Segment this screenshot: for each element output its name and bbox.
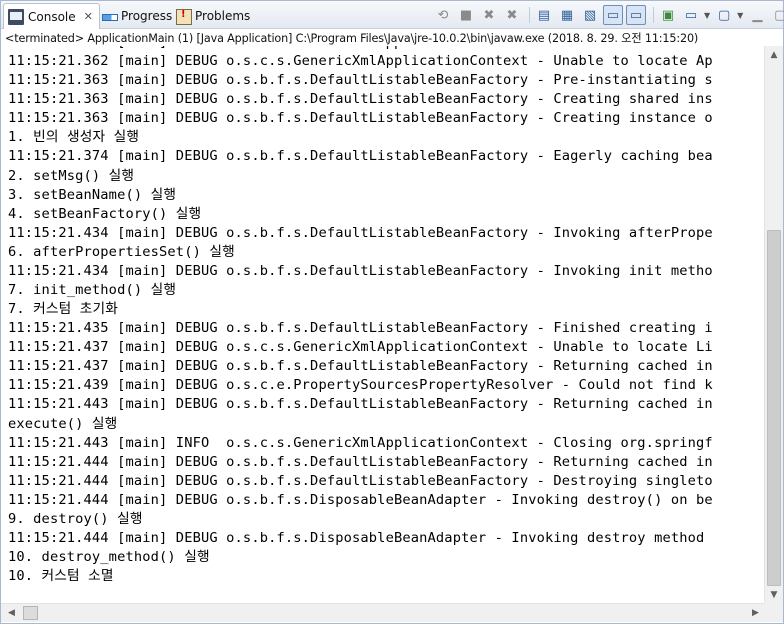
console-line: 1. 빈의 생성자 실행 xyxy=(8,129,140,146)
scrollbar-corner xyxy=(764,603,783,622)
remove-all-terminated-icon[interactable]: ✖ xyxy=(502,5,522,25)
scroll-down-icon[interactable]: ▼ xyxy=(765,586,783,603)
terminate-icon[interactable]: ■ xyxy=(456,5,476,25)
console-line: 11:15:21.444 [main] DEBUG o.s.b.f.s.Disp… xyxy=(8,491,713,508)
scroll-lock-icon[interactable]: ▦ xyxy=(557,5,577,25)
close-icon[interactable]: ✕ xyxy=(84,10,93,23)
toolbar-separator xyxy=(653,7,654,23)
console-line: 11:15:21.363 [main] DEBUG o.s.b.f.s.Defa… xyxy=(8,72,713,89)
tab-progress[interactable]: Progress xyxy=(97,3,178,28)
minimize-icon[interactable]: ▁ xyxy=(747,5,767,25)
horizontal-scrollbar[interactable]: ◀ ▶ xyxy=(1,603,764,622)
clear-console-icon[interactable]: ▤ xyxy=(534,5,554,25)
maximize-icon[interactable]: ▢ xyxy=(770,5,784,25)
tab-problems[interactable]: Problems xyxy=(171,3,256,28)
new-console-view-icon[interactable]: ▢ xyxy=(714,5,734,25)
tab-progress-label: Progress xyxy=(121,8,173,23)
console-line: 11:15:21.444 [main] DEBUG o.s.b.f.s.Disp… xyxy=(8,530,705,547)
console-line: 11:15:21.443 [main] INFO o.s.c.s.Generic… xyxy=(8,434,713,451)
process-description: <terminated> ApplicationMain (1) [Java A… xyxy=(5,32,699,45)
tab-problems-label: Problems xyxy=(195,8,251,23)
console-line: 11:15:21.444 [main] DEBUG o.s.b.f.s.Defa… xyxy=(8,472,713,489)
scroll-right-icon[interactable]: ▶ xyxy=(747,604,764,622)
console-line: 4. setBeanFactory() 실행 xyxy=(8,205,202,222)
scroll-up-icon[interactable]: ▲ xyxy=(765,46,783,63)
console-line: 11:15:21.374 [main] DEBUG o.s.b.f.s.Defa… xyxy=(8,148,713,165)
console-line: 11:15:21.434 [main] DEBUG o.s.b.f.s.Defa… xyxy=(8,224,713,241)
vertical-scroll-thumb[interactable] xyxy=(767,230,781,586)
view-tab-bar: Console ✕ Progress Problems ⟲ ■ ✖ ✖ ▤ ▦ … xyxy=(1,1,784,29)
toolbar-separator xyxy=(529,7,530,23)
progress-icon xyxy=(101,8,118,24)
console-view: Console ✕ Progress Problems ⟲ ■ ✖ ✖ ▤ ▦ … xyxy=(0,0,784,624)
scroll-left-icon[interactable]: ◀ xyxy=(3,604,20,622)
console-line: 7. 커스텀 초기화 xyxy=(8,301,119,318)
console-line: 11:15:21.363 [main] DEBUG o.s.b.f.s.Defa… xyxy=(8,91,713,108)
open-console-icon[interactable]: ▣ xyxy=(658,5,678,25)
console-line: 11:15:21.437 [main] DEBUG o.s.b.f.s.Defa… xyxy=(8,358,713,375)
console-line: 7. init_method() 실행 xyxy=(8,282,177,299)
console-line: 11:15:21.444 [main] DEBUG o.s.b.f.s.Defa… xyxy=(8,453,713,470)
tab-console-label: Console xyxy=(28,9,76,24)
console-icon xyxy=(8,8,24,25)
console-line: 11:15:21.435 [main] DEBUG o.s.b.f.s.Defa… xyxy=(8,320,713,337)
console-toolbar: ⟲ ■ ✖ ✖ ▤ ▦ ▧ ▭ ▭ ▣ ▭ ▼ ▢ ▼ ▁ ▢ xyxy=(433,5,784,25)
console-line: 11:15:21.363 [main] DEBUG o.s.b.f.s.Defa… xyxy=(8,110,713,127)
chevron-down-icon[interactable]: ▼ xyxy=(737,11,743,20)
problems-icon xyxy=(175,8,192,25)
console-line: 6. afterPropertiesSet() 실행 xyxy=(8,243,235,260)
vertical-scrollbar[interactable]: ▲ ▼ xyxy=(764,46,783,603)
show-on-stdout-icon[interactable]: ▭ xyxy=(603,5,623,25)
display-selected-console-icon[interactable]: ▭ xyxy=(681,5,701,25)
word-wrap-icon[interactable]: ▧ xyxy=(580,5,600,25)
console-line: 3. setBeanName() 실행 xyxy=(8,186,177,203)
console-line: execute() 실행 xyxy=(8,415,118,432)
horizontal-scroll-thumb[interactable] xyxy=(23,606,38,620)
console-line: 11:15:21.437 [main] DEBUG o.s.c.s.Generi… xyxy=(8,339,713,356)
show-on-stderr-icon[interactable]: ▭ xyxy=(626,5,646,25)
console-line: 11:15:21.443 [main] DEBUG o.s.b.f.s.Defa… xyxy=(8,396,713,413)
chevron-down-icon[interactable]: ▼ xyxy=(704,11,710,20)
console-line: 11:15:21.434 [main] DEBUG o.s.b.f.s.Defa… xyxy=(8,262,713,279)
console-line: 9. destroy() 실행 xyxy=(8,510,143,527)
console-line: 10. destroy_method() 실행 xyxy=(8,549,210,566)
console-line: 2. setMsg() 실행 xyxy=(8,167,135,184)
console-line: 10. 커스텀 소멸 xyxy=(8,568,114,585)
console-lines: 11:15:21.360 [main] DEBUG o.s.c.s.Generi… xyxy=(8,46,713,586)
console-line: 11:15:21.362 [main] DEBUG o.s.c.s.Generi… xyxy=(8,53,713,70)
pin-console-icon[interactable]: ⟲ xyxy=(433,5,453,25)
console-output[interactable]: 11:15:21.360 [main] DEBUG o.s.c.s.Generi… xyxy=(1,46,764,603)
tab-console[interactable]: Console ✕ xyxy=(3,3,100,29)
console-line: 11:15:21.439 [main] DEBUG o.s.c.e.Proper… xyxy=(8,377,713,394)
remove-launch-icon[interactable]: ✖ xyxy=(479,5,499,25)
